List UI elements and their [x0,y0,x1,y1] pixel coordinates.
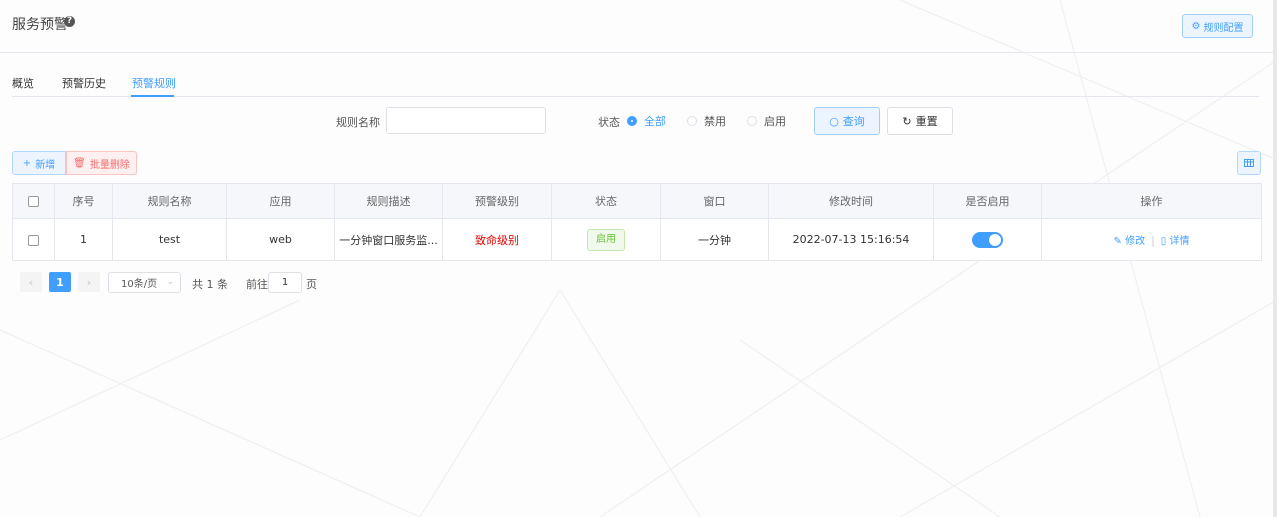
column-header: 窗口 [660,183,769,219]
refresh-icon: ↻ [902,114,912,128]
column-header: 预警级别 [442,183,552,219]
row-rule-name: test [112,218,227,261]
page-number-current[interactable]: 1 [49,272,71,292]
select-all-cell [12,183,55,219]
row-select-cell [12,218,55,261]
detail-label: 详情 [1169,236,1190,247]
batch-delete-label: 批量删除 [89,159,130,171]
status-radio-enabled[interactable]: 启用 [747,113,786,129]
next-page-button[interactable]: › [78,272,100,292]
tab-alert-history[interactable]: 预警历史 [62,75,106,91]
radio-label: 启用 [764,115,786,128]
active-tab-indicator [131,95,174,97]
table-columns-icon [1244,159,1254,167]
status-radio-all[interactable]: 全部 [627,113,666,129]
column-header: 规则描述 [334,183,443,219]
rules-table: 序号 规则名称 应用 规则描述 预警级别 状态 窗口 修改时间 是否启用 操作 … [12,183,1262,261]
status-label: 状态 [598,116,620,129]
chevron-down-icon: ⌄ [166,277,174,287]
row-description: 一分钟窗口服务监... [334,218,443,261]
row-window: 一分钟 [660,218,769,261]
radio-dot-icon [687,116,697,126]
trash-icon: 🗑 [73,157,86,169]
row-level-cell: 致命级别 [442,218,552,261]
total-count: 共 1 条 [192,278,228,291]
reset-label: 重置 [915,115,938,128]
row-app: web [226,218,335,261]
add-button[interactable]: + 新增 [12,151,66,175]
goto-page-input[interactable]: 1 [268,272,302,293]
add-label: 新增 [35,159,56,171]
tab-bar: 概览 预警历史 预警规则 [12,66,1259,97]
column-header: 规则名称 [112,183,227,219]
rule-name-label: 规则名称 [336,116,380,129]
rule-config-button[interactable]: ⚙ 规则配置 [1182,14,1253,38]
tab-overview[interactable]: 概览 [12,75,34,91]
page-size-value: 10条/页 [121,279,158,290]
column-header: 状态 [551,183,661,219]
column-settings-button[interactable] [1237,151,1261,175]
window-edge [1273,0,1277,517]
document-icon: ▯ [1160,236,1167,247]
goto-label: 前往 [246,278,268,291]
action-divider: | [1151,234,1155,247]
edit-link[interactable]: ✎ 修改 [1114,236,1146,247]
radio-label: 禁用 [704,115,726,128]
reset-button[interactable]: ↻ 重置 [887,107,953,135]
search-icon: ○ [829,114,839,128]
gear-icon: ⚙ [1191,20,1201,32]
enable-toggle[interactable] [972,231,1003,248]
table-header-row: 序号 规则名称 应用 规则描述 预警级别 状态 窗口 修改时间 是否启用 操作 [12,183,1262,219]
row-index: 1 [54,218,113,261]
row-modified-time: 2022-07-13 15:16:54 [768,218,934,261]
question-circle-icon[interactable]: ? [64,16,75,27]
rule-name-input[interactable] [386,107,546,134]
chevron-left-icon: ‹ [28,275,34,289]
column-header: 是否启用 [933,183,1042,219]
pencil-icon: ✎ [1113,236,1122,247]
radio-label: 全部 [644,115,666,128]
query-button[interactable]: ○ 查询 [814,107,880,135]
alert-level: 致命级别 [475,233,519,247]
column-header: 应用 [226,183,335,219]
edit-label: 修改 [1125,236,1146,247]
column-header: 操作 [1041,183,1262,219]
chevron-right-icon: › [86,275,92,289]
detail-link[interactable]: ▯ 详情 [1161,236,1190,247]
table-row: 1 test web 一分钟窗口服务监... 致命级别 启用 一分钟 2022-… [12,218,1262,261]
query-label: 查询 [842,115,865,128]
row-enable-cell [933,218,1042,261]
row-checkbox[interactable] [28,234,39,246]
tab-alert-rules[interactable]: 预警规则 [132,75,176,91]
column-header: 修改时间 [768,183,934,219]
select-all-checkbox[interactable] [28,196,39,207]
prev-page-button[interactable]: ‹ [20,272,42,292]
page-unit-label: 页 [306,278,317,291]
status-radio-disabled[interactable]: 禁用 [687,113,726,129]
rule-config-label: 规则配置 [1203,22,1244,34]
row-actions-cell: ✎ 修改 | ▯ 详情 [1041,218,1262,261]
radio-dot-icon [627,116,637,126]
status-badge: 启用 [587,228,625,251]
batch-delete-button[interactable]: 🗑 批量删除 [66,151,137,175]
page-title: 服务预警 [12,17,68,33]
row-status-cell: 启用 [551,218,661,261]
page-size-select[interactable]: 10条/页 ⌄ [108,272,181,293]
radio-dot-icon [747,116,757,126]
column-header: 序号 [54,183,113,219]
plus-icon: + [22,157,32,169]
page-header: 服务预警 ? ⚙ 规则配置 [0,0,1277,53]
toggle-knob [989,233,1001,246]
